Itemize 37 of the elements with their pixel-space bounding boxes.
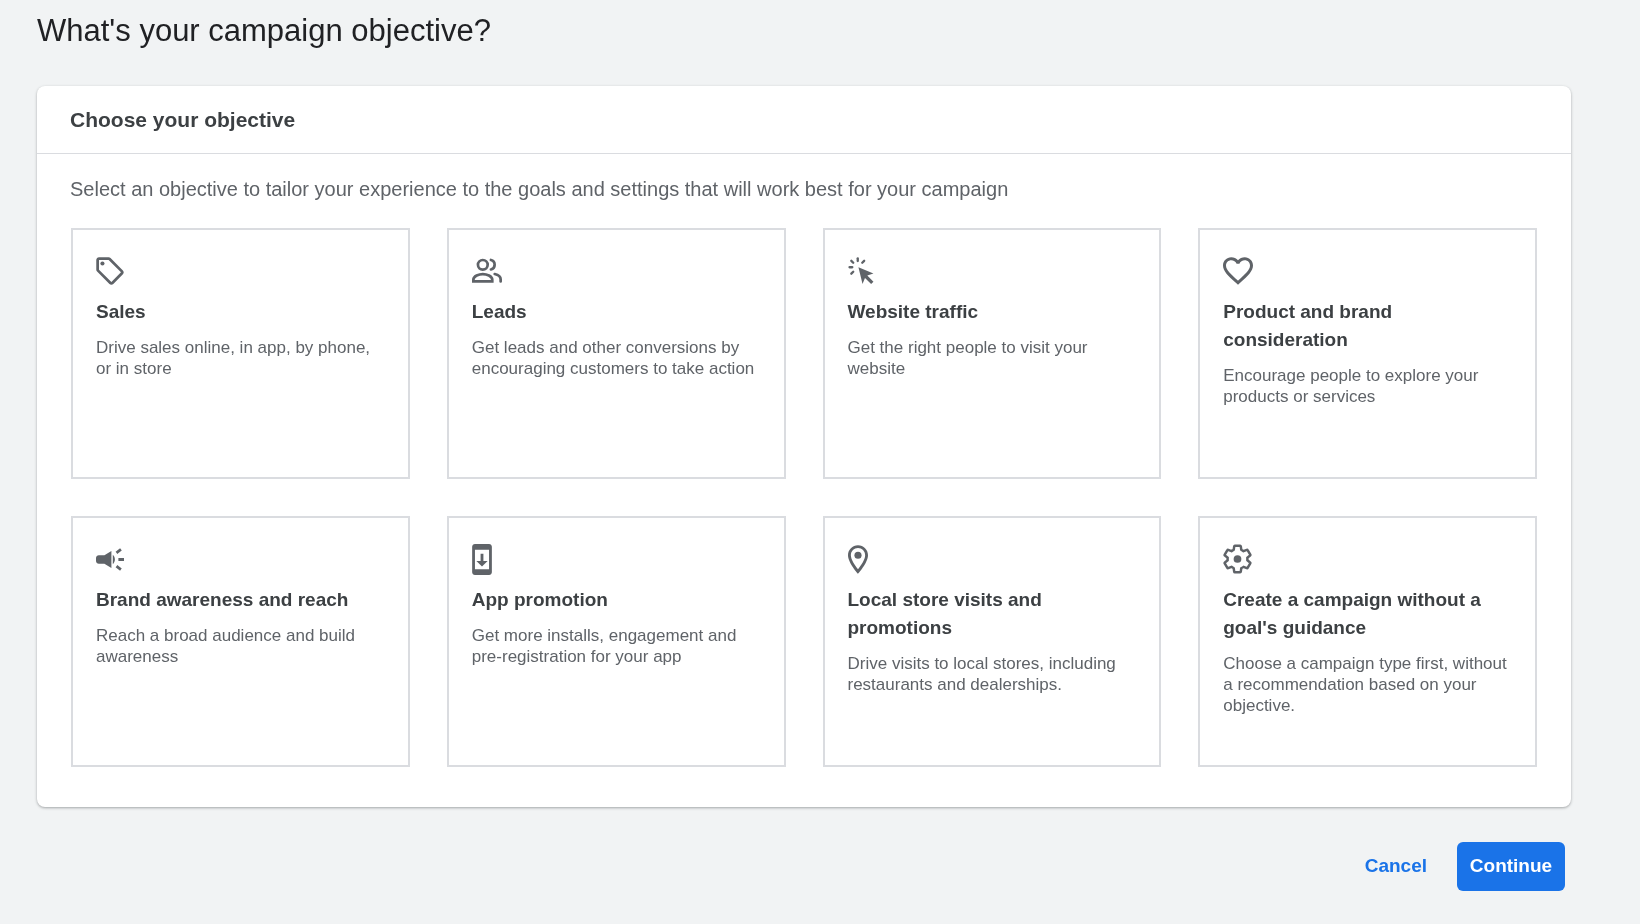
objective-title: Local store visits and promotions: [847, 588, 1043, 640]
objective-title: Leads: [471, 300, 528, 324]
objective-description: Drive sales online, in app, by phone, or in store: [96, 337, 372, 379]
objective-card[interactable]: App promotion Get more installs, engagement and pre-registration for your app: [446, 516, 786, 767]
objective-description: Drive visits to local stores, including restaurants and dealerships.: [847, 653, 1117, 695]
objective-card[interactable]: Brand awareness and reach Reach a broad audience and build awareness: [71, 516, 410, 767]
settings-icon: [1223, 544, 1253, 574]
objective-title: Brand awareness and reach: [96, 588, 350, 612]
objective-card[interactable]: Local store visits and promotions Drive visits to local stores, including restaurants and dealerships.: [822, 516, 1162, 767]
objective-description: Get the right people to visit your website: [847, 337, 1089, 379]
objective-description: Encourage people to explore your products or services: [1223, 365, 1480, 407]
objective-title: Website traffic: [847, 300, 980, 324]
objective-description: Get more installs, engagement and pre-registration for your app: [471, 625, 738, 667]
cursor-click-icon: [847, 257, 875, 285]
objective-description: Reach a broad audience and build awareness: [96, 625, 356, 667]
continue-button[interactable]: Continue: [1457, 842, 1565, 891]
people-icon: [471, 258, 502, 284]
cancel-button[interactable]: Cancel: [1356, 842, 1435, 891]
tag-icon: [96, 257, 124, 285]
objective-card[interactable]: Product and brand consideration Encourage people to explore your products or services: [1198, 228, 1537, 479]
phone-download-icon: [471, 543, 492, 575]
objective-title: Sales: [96, 300, 147, 324]
objective-description: Get leads and other conversions by encouraging customers to take action: [471, 337, 756, 379]
page-title: What's your campaign objective?: [37, 12, 491, 50]
objective-card[interactable]: Leads Get leads and other conversions by encouraging customers to take action: [446, 228, 786, 479]
objective-card[interactable]: Sales Drive sales online, in app, by phone, or in store: [71, 228, 410, 479]
objective-title: Create a campaign without a goal's guidance: [1223, 588, 1482, 640]
panel-title: Choose your objective: [70, 106, 296, 133]
objective-description: Choose a campaign type first, without a recommendation based on your objective.: [1223, 653, 1508, 716]
location-pin-icon: [847, 544, 868, 574]
panel-description: Select an objective to tailor your experience to the goals and settings that will work best for your campaign: [70, 177, 1009, 202]
objective-card[interactable]: Create a campaign without a goal's guidance Choose a campaign type first, without a recommendation based on your objective.: [1198, 516, 1537, 767]
objective-title: Product and brand consideration: [1223, 300, 1394, 352]
heart-icon: [1223, 257, 1254, 285]
objective-title: App promotion: [471, 588, 609, 612]
objective-card[interactable]: Website traffic Get the right people to visit your website: [822, 228, 1162, 479]
megaphone-icon: [96, 546, 124, 572]
